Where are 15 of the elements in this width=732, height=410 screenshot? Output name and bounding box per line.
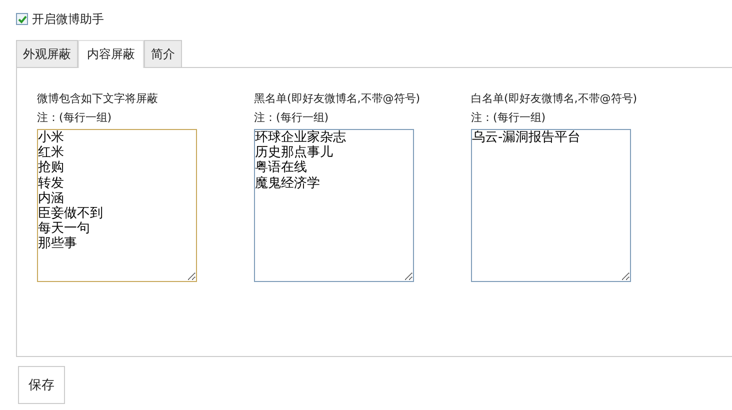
tab[interactable]: 内容屏蔽: [78, 40, 144, 68]
text-area[interactable]: 小米 红米 抢购 转发 内涵 臣妾做不到 每天一句 那些事: [37, 129, 197, 282]
checkbox[interactable]: [16, 13, 28, 25]
note-text: 注：(每行一组): [471, 110, 546, 126]
column-title: 白名单(即好友微博名,不带@符号): [471, 91, 638, 107]
text-area[interactable]: 乌云-漏洞报告平台: [471, 129, 631, 282]
text-area[interactable]: 环球企业家杂志 历史那点事儿 粤语在线 魔鬼经济学: [254, 129, 414, 282]
tab[interactable]: 简介: [144, 40, 182, 67]
tab[interactable]: 外观屏蔽: [16, 40, 78, 67]
column-title: 黑名单(即好友微博名,不带@符号): [254, 91, 420, 107]
note-text: 注：(每行一组): [254, 110, 329, 126]
checkbox-label: 开启微博助手: [32, 10, 104, 28]
column-title: 微博包含如下文字将屏蔽: [37, 91, 158, 107]
note-text: 注：(每行一组): [37, 110, 112, 126]
save-button[interactable]: 保存: [18, 366, 65, 404]
